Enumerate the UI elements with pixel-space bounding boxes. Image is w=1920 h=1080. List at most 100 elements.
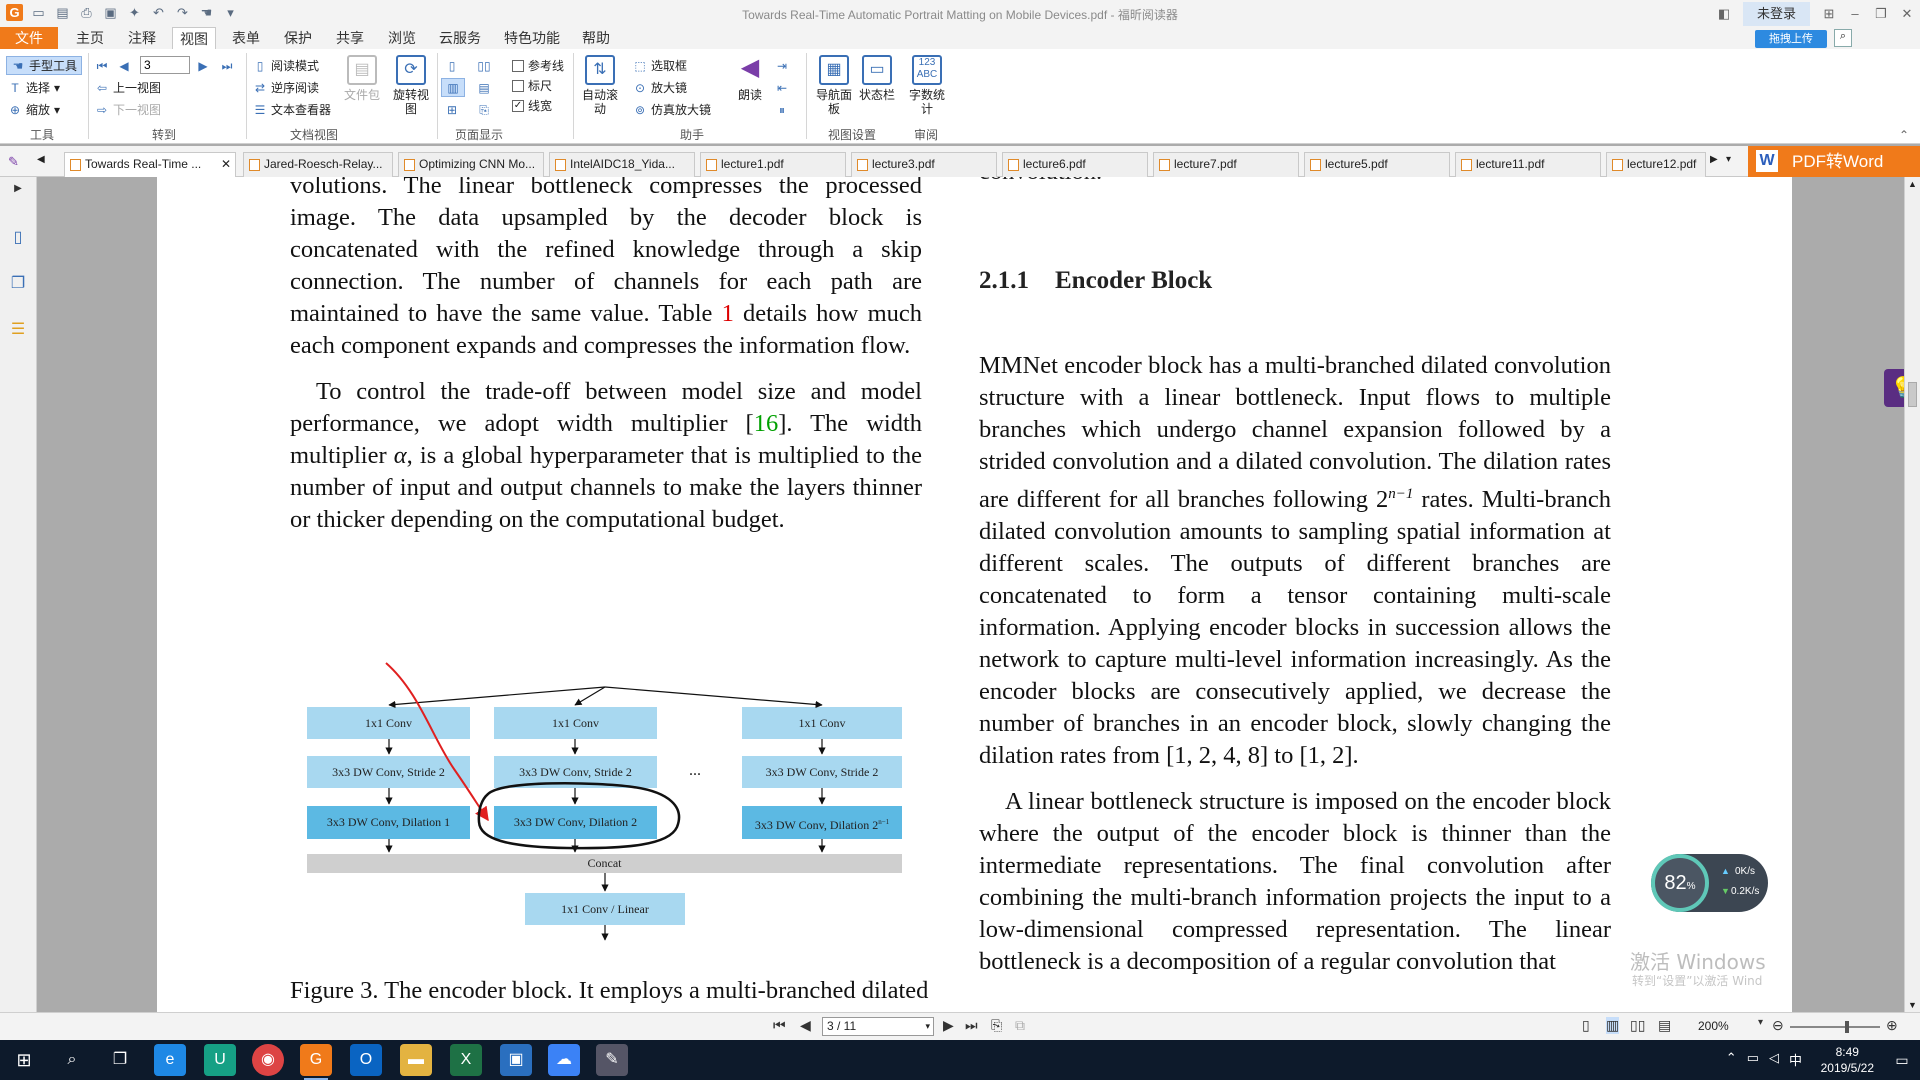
prev-page-icon[interactable]: ◀ [800,1017,811,1034]
system-clock[interactable]: 8:49 2019/5/22 [1821,1044,1874,1076]
doc-tab[interactable]: lecture5.pdf [1304,152,1450,177]
read-option-2[interactable]: ⇤ [775,78,789,97]
login-button[interactable]: 未登录 [1742,1,1810,26]
collapse-ribbon-button[interactable]: ⌃ [1897,125,1911,144]
comments-icon[interactable]: ☰ [7,319,29,341]
read-option-3[interactable]: ⏸ [775,100,789,119]
tab-browse[interactable]: 浏览 [382,27,422,49]
doc-tab[interactable]: Optimizing CNN Mo... [398,152,544,177]
doc-tab[interactable]: IntelAIDC18_Yida... [549,152,695,177]
scroll-down-icon[interactable]: ▼ [1908,1000,1917,1010]
magnifier-button[interactable]: ⊙ 放大镜 [633,78,687,97]
first-page-icon[interactable]: ⏮ [773,1017,786,1034]
minimize-icon[interactable]: – [1842,6,1868,21]
scrollbar-thumb[interactable] [1908,382,1917,407]
tabs-list-icon[interactable]: ▾ [1726,154,1731,165]
doc-tab[interactable]: lecture3.pdf [851,152,997,177]
next-page-button[interactable]: ▶ [196,56,210,75]
copy-page-icon[interactable]: ⎘ [991,1017,1002,1034]
tab-view[interactable]: 视图 [172,27,216,49]
next-page-icon[interactable]: ▶ [943,1017,954,1034]
linewidth-checkbox[interactable]: ✓ 线宽 [512,97,552,114]
doc-tab-active[interactable]: Towards Real-Time ... ✕ [64,152,236,177]
zoom-level[interactable]: 200% [1698,1019,1729,1033]
zoom-out-icon[interactable]: ⊖ [1772,1017,1784,1034]
scroll-up-icon[interactable]: ▲ [1908,179,1917,189]
document-viewport[interactable]: volutions. The linear bottleneck compres… [37,177,1904,1012]
search-icon[interactable]: ⌕ [56,1044,88,1076]
zoom-tool-button[interactable]: ⊕ 缩放 ▾ [8,100,60,119]
split-view-icon[interactable]: ⧉ [1015,1017,1025,1034]
tab-home[interactable]: 主页 [70,27,110,49]
expand-panel-icon[interactable]: ▶ [7,183,29,205]
continuous-view-icon[interactable]: ▥ [1606,1017,1620,1034]
last-page-button[interactable]: ⏭ [220,56,234,75]
cloud-app-icon[interactable]: ☁ [548,1044,580,1076]
network-monitor-widget[interactable]: 82% 0K/s 0.2K/s ▲ ▼ [1651,854,1768,912]
file-package-button[interactable]: ▤ 文件包 [342,55,382,102]
tab-cloud[interactable]: 云服务 [434,27,486,49]
file-explorer-icon[interactable]: ▬ [400,1044,432,1076]
ime-indicator[interactable]: 中 [1789,1050,1802,1069]
tab-features[interactable]: 特色功能 [498,27,566,49]
u-app-icon[interactable]: U [204,1044,236,1076]
rotate-view-button[interactable]: ⟳ 旋转视图 [391,55,431,116]
select-box-button[interactable]: ⬚ 选取框 [633,56,687,75]
tool-app-icon[interactable]: ✎ [596,1044,628,1076]
doc-tab[interactable]: lecture11.pdf [1455,152,1601,177]
guides-checkbox[interactable]: 参考线 [512,57,564,74]
chrome-icon[interactable]: ◉ [252,1044,284,1076]
doc-tab[interactable]: lecture7.pdf [1153,152,1299,177]
vertical-scrollbar[interactable]: ▲ ▼ [1904,177,1920,1012]
tab-comment[interactable]: 注释 [122,27,162,49]
zoom-dropdown-icon[interactable]: ▾ [1758,1017,1763,1028]
foxit-reader-taskbar-icon[interactable]: G [300,1044,332,1080]
page-number-field[interactable]: 3 / 11 ▾ [822,1017,934,1036]
word-count-button[interactable]: 123 ABC 字数统计 [907,55,947,116]
page-thumbnails-icon[interactable]: ▯ [7,227,29,249]
shirt-skin-icon[interactable]: ◧ [1711,6,1737,22]
browser-app-icon[interactable]: e [154,1044,186,1076]
auto-scroll-button[interactable]: ⇅ 自动滚动 [580,55,620,116]
zoom-slider-handle[interactable] [1845,1021,1849,1033]
text-viewer-button[interactable]: ☰ 文本查看器 [253,100,331,119]
single-page-button[interactable]: ▯ [445,56,459,75]
page-number-input[interactable] [140,56,190,74]
tabs-scroll-left-icon[interactable]: ◀ [37,154,45,165]
facing-view-icon[interactable]: ▯▯ [1630,1017,1645,1034]
first-page-button[interactable]: ⏮ [95,56,109,75]
doc-tab[interactable]: lecture1.pdf [700,152,846,177]
navigation-panel-button[interactable]: ▦ 导航面板 [814,55,854,116]
doc-tab[interactable]: lecture12.pdf [1606,152,1706,177]
next-view-button[interactable]: ⇨ 下一视图 [95,100,161,119]
continuous-facing-button[interactable]: ▤ [477,78,491,97]
tray-chevron-icon[interactable]: ⌃ [1726,1050,1737,1069]
read-aloud-button[interactable]: ◀ 朗读 [730,55,770,103]
doc-tab[interactable]: Jared-Roesch-Relay... [243,152,393,177]
tab-share[interactable]: 共享 [330,27,370,49]
layers-icon[interactable]: ❐ [7,273,29,295]
split-page-button[interactable]: ⊞ [445,100,459,119]
hand-tool-button[interactable]: ☚ 手型工具 [6,56,83,75]
last-page-icon[interactable]: ⏭ [965,1017,978,1034]
tabs-scroll-right-icon[interactable]: ▶ [1710,154,1718,165]
restore-icon[interactable]: ❐ [1868,6,1894,22]
upload-button[interactable]: 拖拽上传 [1755,30,1827,48]
notification-icon[interactable]: ▭ [1890,1044,1914,1076]
reflow-button[interactable]: ⎘ [477,100,491,119]
tab-menu-icon[interactable]: ✎ [8,154,19,170]
search-icon[interactable]: ⌕ [1834,29,1852,47]
layout-icon[interactable]: ⊞ [1816,6,1842,22]
task-view-icon[interactable]: ❐ [104,1044,136,1076]
excel-icon[interactable]: X [450,1044,482,1076]
single-page-view-icon[interactable]: ▯ [1582,1017,1590,1034]
close-tab-icon[interactable]: ✕ [221,153,231,176]
lightbulb-icon[interactable]: 💡 [1884,369,1904,407]
remote-desktop-icon[interactable]: ▣ [500,1044,532,1076]
outlook-icon[interactable]: O [350,1044,382,1076]
read-option-1[interactable]: ⇥ [775,56,789,75]
zoom-in-icon[interactable]: ⊕ [1886,1017,1898,1034]
doc-tab[interactable]: lecture6.pdf [1002,152,1148,177]
windows-start-icon[interactable]: ⊞ [8,1044,40,1076]
ruler-checkbox[interactable]: 标尺 [512,77,552,94]
